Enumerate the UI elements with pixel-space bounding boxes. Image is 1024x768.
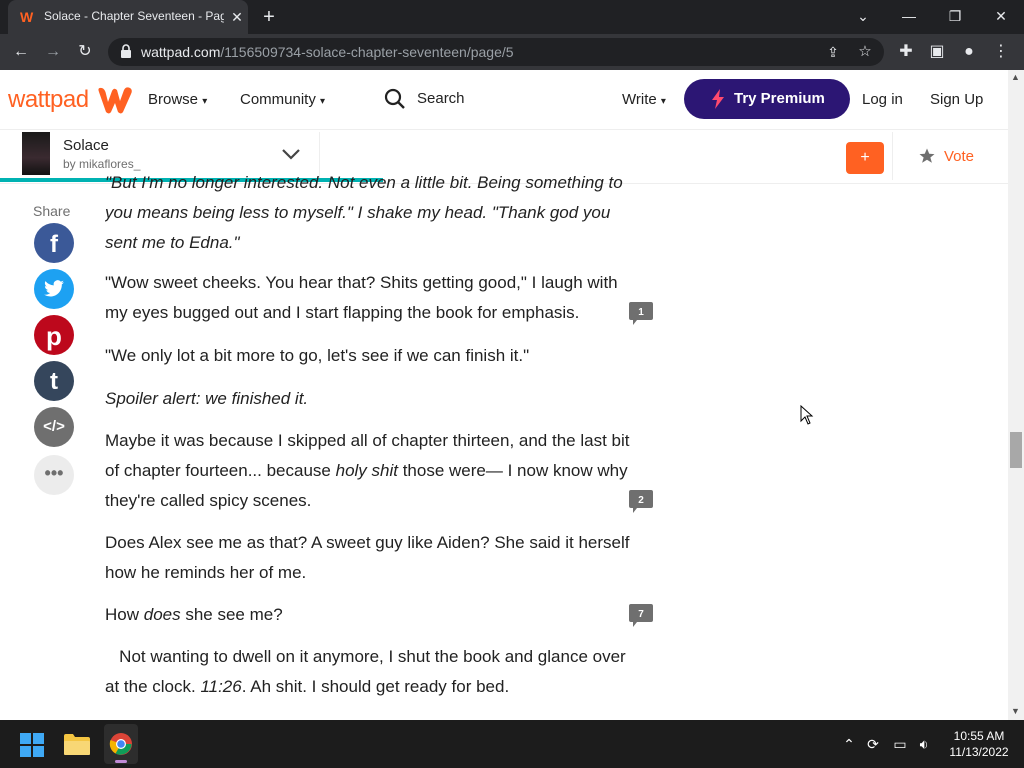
system-clock[interactable]: 10:55 AM 11/13/2022 bbox=[944, 728, 1014, 760]
svg-text:1: 1 bbox=[638, 307, 644, 318]
paragraph: Spoiler alert: we finished it. bbox=[105, 389, 309, 408]
community-menu[interactable]: Community ▾ bbox=[240, 90, 325, 112]
reload-icon[interactable]: ↻ bbox=[74, 41, 96, 63]
chrome-icon bbox=[109, 733, 132, 755]
scroll-down-icon[interactable]: ▼ bbox=[1011, 706, 1020, 716]
windows-taskbar: ⌃ ⟳ ▭ 🔉︎ 10:55 AM 11/13/2022 bbox=[0, 720, 1024, 768]
twitter-icon bbox=[44, 280, 64, 297]
chevron-down-icon[interactable] bbox=[280, 146, 302, 162]
pinterest-icon: p bbox=[46, 321, 62, 351]
address-bar[interactable]: wattpad.com/1156509734-solace-chapter-se… bbox=[108, 38, 884, 66]
pinterest-share-button[interactable]: p bbox=[34, 315, 74, 355]
tray-overflow-icon[interactable]: ⌃ bbox=[839, 734, 859, 754]
facebook-icon: f bbox=[50, 231, 58, 258]
comment-badge[interactable]: 2 bbox=[628, 490, 654, 514]
profile-icon[interactable]: ● bbox=[958, 41, 980, 63]
search-icon bbox=[384, 88, 405, 109]
try-premium-button[interactable]: Try Premium bbox=[684, 79, 850, 119]
browser-toolbar: ← → ↻ wattpad.com/1156509734-solace-chap… bbox=[0, 34, 1024, 70]
tumblr-icon: t bbox=[50, 368, 58, 395]
code-icon: </> bbox=[43, 418, 65, 435]
divider bbox=[892, 132, 893, 180]
paragraph: "Wow sweet cheeks. You hear that? Shits … bbox=[105, 273, 618, 322]
lightning-icon bbox=[712, 89, 724, 109]
network-icon[interactable]: ▭ bbox=[890, 734, 910, 754]
tab-close-icon[interactable]: ✕ bbox=[230, 10, 244, 24]
bookmark-star-icon[interactable]: ☆ bbox=[854, 41, 876, 63]
side-panel-icon[interactable]: ▣ bbox=[926, 41, 948, 63]
restore-icon[interactable]: ❐ bbox=[943, 6, 967, 26]
menu-icon[interactable]: ⋮ bbox=[990, 41, 1012, 63]
tab-search-icon[interactable]: ⌄ bbox=[851, 6, 875, 26]
extensions-icon[interactable]: ✚ bbox=[895, 41, 917, 63]
site-header: wattpad Browse ▾ Community ▾ Search Writ… bbox=[0, 70, 1008, 130]
story-author[interactable]: by mikaflores_ bbox=[63, 157, 140, 171]
page-scrollbar[interactable]: ▲ ▼ bbox=[1008, 70, 1024, 720]
paragraph: Does Alex see me as that? A sweet guy li… bbox=[105, 533, 630, 582]
forward-icon[interactable]: → bbox=[42, 41, 64, 63]
share-page-icon[interactable]: ⇪ bbox=[822, 41, 844, 63]
facebook-share-button[interactable]: f bbox=[34, 223, 74, 263]
chrome-taskbar-button[interactable] bbox=[104, 724, 138, 764]
more-share-button[interactable]: ••• bbox=[34, 455, 74, 495]
new-tab-button[interactable]: + bbox=[258, 7, 280, 29]
close-window-icon[interactable]: ✕ bbox=[989, 6, 1013, 26]
mouse-cursor-icon bbox=[800, 405, 814, 425]
paragraph: Maybe it was because I skipped all of ch… bbox=[105, 431, 630, 510]
twitter-share-button[interactable] bbox=[34, 269, 74, 309]
wattpad-logo[interactable]: wattpad bbox=[8, 84, 132, 116]
windows-start-icon[interactable] bbox=[20, 733, 44, 757]
write-menu[interactable]: Write ▾ bbox=[622, 90, 666, 112]
scroll-thumb[interactable] bbox=[1010, 432, 1022, 468]
add-to-library-button[interactable]: + bbox=[846, 142, 884, 174]
url-text: wattpad.com/1156509734-solace-chapter-se… bbox=[141, 44, 514, 60]
star-icon bbox=[919, 148, 935, 163]
volume-icon[interactable]: 🔉︎ bbox=[914, 734, 934, 754]
wattpad-favicon-icon: W bbox=[20, 9, 34, 25]
login-link[interactable]: Log in bbox=[862, 90, 903, 110]
search-label: Search bbox=[417, 90, 465, 107]
embed-share-button[interactable]: </> bbox=[34, 407, 74, 447]
wattpad-w-icon bbox=[98, 87, 132, 114]
svg-text:7: 7 bbox=[638, 609, 644, 620]
active-app-indicator bbox=[115, 760, 127, 763]
paragraph: Not wanting to dwell on it anymore, I sh… bbox=[105, 647, 631, 696]
logo-text: wattpad bbox=[8, 86, 89, 113]
tab-title: Solace - Chapter Seventeen - Page 5 bbox=[44, 9, 224, 23]
sync-icon[interactable]: ⟳ bbox=[863, 734, 883, 754]
browse-menu[interactable]: Browse ▾ bbox=[148, 90, 207, 112]
lock-icon bbox=[120, 44, 134, 60]
paragraph: How does she see me? bbox=[105, 605, 283, 624]
paragraph: "But I'm no longer interested. Not even … bbox=[105, 173, 623, 252]
browser-tab-strip: W Solace - Chapter Seventeen - Page 5 ✕ … bbox=[0, 0, 1024, 34]
signup-link[interactable]: Sign Up bbox=[930, 90, 983, 110]
scroll-up-icon[interactable]: ▲ bbox=[1011, 72, 1020, 82]
file-explorer-icon[interactable] bbox=[64, 733, 90, 755]
back-icon[interactable]: ← bbox=[10, 41, 32, 63]
story-cover[interactable] bbox=[22, 132, 50, 175]
more-icon: ••• bbox=[44, 463, 64, 483]
comment-badge[interactable]: 1 bbox=[628, 302, 654, 326]
tumblr-share-button[interactable]: t bbox=[34, 361, 74, 401]
share-label: Share bbox=[33, 203, 71, 219]
browser-tab[interactable]: W Solace - Chapter Seventeen - Page 5 ✕ bbox=[8, 0, 248, 34]
paragraph: "We only lot a bit more to go, let's see… bbox=[105, 346, 530, 365]
story-title[interactable]: Solace bbox=[63, 137, 109, 154]
story-text: "But I'm no longer interested. Not even … bbox=[105, 172, 635, 720]
comment-badge[interactable]: 7 bbox=[628, 604, 654, 628]
minimize-icon[interactable]: — bbox=[897, 6, 921, 26]
svg-text:2: 2 bbox=[638, 495, 644, 506]
